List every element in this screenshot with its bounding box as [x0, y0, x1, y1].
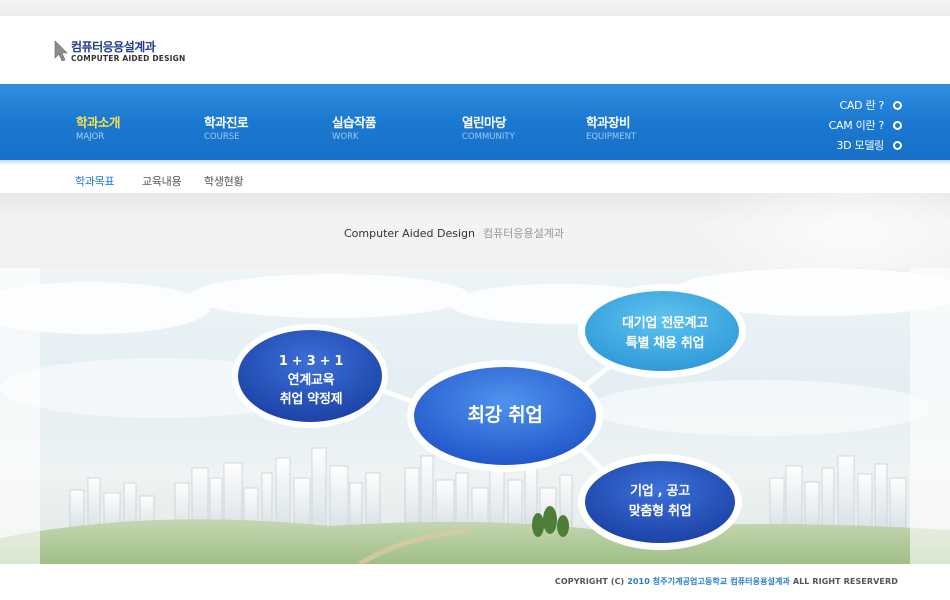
circle-bullet-icon — [893, 100, 902, 110]
circle-bullet-icon — [893, 120, 902, 130]
sub-nav-curriculum[interactable]: 교육내용 — [142, 173, 182, 189]
copyright-owner: 2010 청주기계공업고등학교 컴퓨터응용설계과 — [627, 577, 790, 586]
quick-link-label: 3D 모델링 — [836, 139, 884, 152]
title-band: Computer Aided Design 컴퓨터응용설계과 — [0, 193, 950, 268]
quick-link-label: CAM 이란 ? — [828, 119, 885, 132]
page-title-korean: 컴퓨터응용설계과 — [482, 227, 564, 240]
header: 컴퓨터응용설계과 COMPUTER AIDED DESIGN — [0, 16, 950, 84]
logo-korean-text: 컴퓨터응용설계과 — [71, 40, 156, 54]
top-strip — [0, 0, 950, 16]
nav-sublabel: MAJOR — [76, 132, 105, 142]
page-title: Computer Aided Design 컴퓨터응용설계과 — [344, 225, 564, 241]
bubble-line: 특별 채용 취업 — [625, 336, 705, 351]
nav-label: 학과소개 — [76, 115, 121, 130]
bubble-line: 기업 , 공고 — [630, 484, 690, 499]
nav-item-equipment[interactable]: 학과장비 EQUIPMENT — [586, 112, 636, 142]
bubble-line: 대기업 전문계고 — [622, 316, 708, 331]
quick-links: CAD 란 ? CAM 이란 ? 3D 모델링 — [829, 95, 902, 155]
bubble-left-text: 1 + 3 + 1 연계교육 취업 약정제 — [250, 352, 372, 409]
bubble-line: 맞춤형 취업 — [628, 504, 692, 519]
nav-sublabel: COMMUNITY — [462, 132, 515, 142]
copyright-text: COPYRIGHT (C) 2010 청주기계공업고등학교 컴퓨터응용설계과 A… — [555, 576, 898, 587]
site-logo[interactable]: 컴퓨터응용설계과 COMPUTER AIDED DESIGN — [54, 38, 194, 68]
cursor-icon — [54, 40, 68, 62]
quick-link-cad[interactable]: CAD 란 ? — [829, 95, 902, 115]
copyright-prefix: COPYRIGHT (C) — [554, 577, 625, 586]
nav-sublabel: WORK — [332, 132, 359, 142]
page: 컴퓨터응용설계과 COMPUTER AIDED DESIGN 학과소개 MAJO… — [0, 0, 950, 600]
bubble-line: 취업 약정제 — [279, 392, 343, 407]
nav-item-course[interactable]: 학과진로 COURSE — [204, 112, 249, 142]
bubble-bottom-right-text: 기업 , 공고 맞춤형 취업 — [592, 482, 728, 522]
nav-label: 열린마당 — [462, 115, 507, 130]
sub-nav-goals[interactable]: 학과목표 — [75, 173, 115, 189]
footer: COPYRIGHT (C) 2010 청주기계공업고등학교 컴퓨터응용설계과 A… — [0, 564, 950, 600]
nav-label: 학과장비 — [586, 115, 631, 130]
nav-item-community[interactable]: 열린마당 COMMUNITY — [462, 112, 515, 142]
main-visual: 1 + 3 + 1 연계교육 취업 약정제 최강 취업 대기업 전문계고 특별 … — [0, 268, 950, 564]
ground-hill — [0, 519, 950, 564]
main-nav: 학과소개 MAJOR 학과진로 COURSE 실습작품 WORK 열린마당 CO… — [0, 84, 950, 160]
sub-nav: 학과목표 교육내용 학생현황 — [0, 165, 950, 193]
page-title-english: Computer Aided Design — [344, 227, 475, 240]
quick-link-3d-modeling[interactable]: 3D 모델링 — [829, 135, 902, 155]
copyright-suffix: ALL RIGHT RESERVERD — [792, 577, 898, 586]
nav-item-work[interactable]: 실습작품 WORK — [332, 112, 377, 142]
quick-link-label: CAD 란 ? — [839, 99, 884, 112]
circle-bullet-icon — [893, 140, 902, 150]
sub-nav-students[interactable]: 학생현황 — [204, 173, 244, 189]
bubble-line: 연계교육 — [287, 373, 335, 388]
band-decoration — [690, 193, 950, 268]
logo-english-text: COMPUTER AIDED DESIGN — [71, 54, 186, 63]
nav-item-major[interactable]: 학과소개 MAJOR — [76, 112, 121, 142]
bubble-center-text: 최강 취업 — [467, 404, 543, 426]
bubble-line: 1 + 3 + 1 — [278, 354, 344, 369]
quick-link-cam[interactable]: CAM 이란 ? — [829, 115, 902, 135]
nav-sublabel: COURSE — [204, 132, 240, 142]
nav-label: 실습작품 — [332, 115, 377, 130]
bubble-top-right-text: 대기업 전문계고 특별 채용 취업 — [590, 314, 740, 354]
nav-sublabel: EQUIPMENT — [586, 132, 637, 142]
nav-label: 학과진로 — [204, 115, 249, 130]
